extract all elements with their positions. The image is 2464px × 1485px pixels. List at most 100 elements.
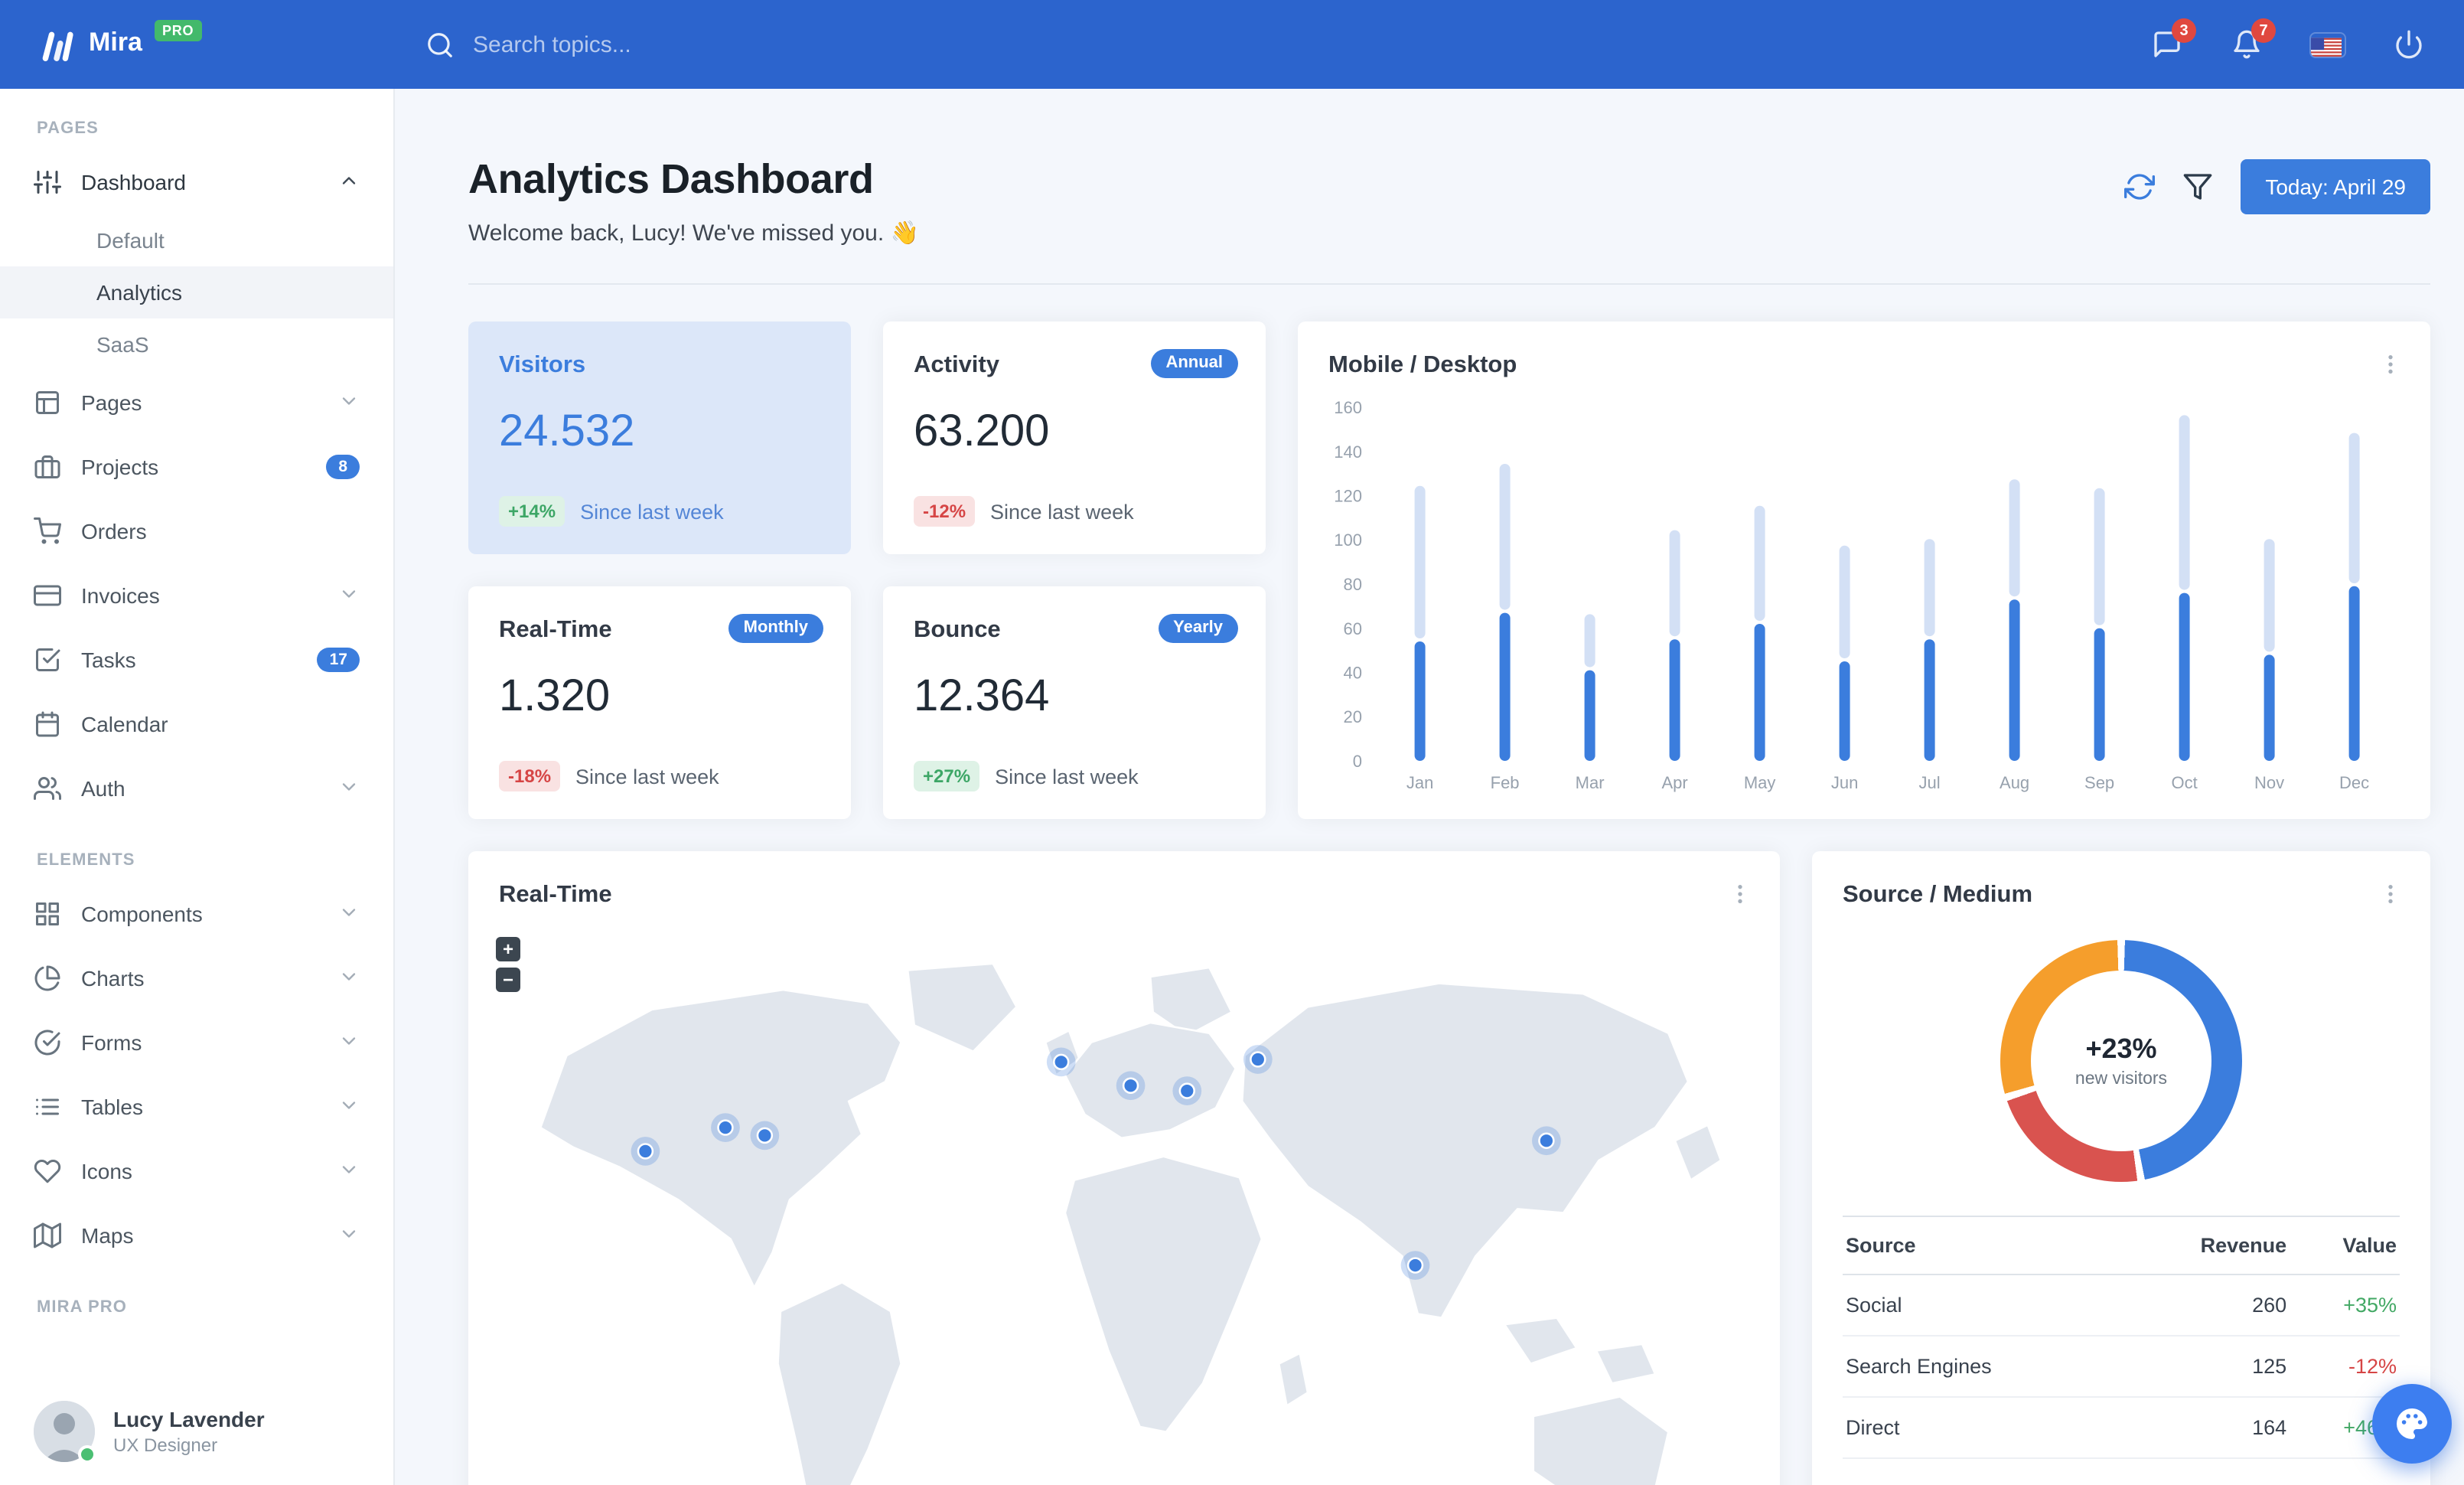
power-icon: [2396, 30, 2422, 59]
mobile-desktop-bar-chart: 0 20 40 60 80 100 120 140 160 Jan Feb Mar Apr May Jun J…: [1322, 395, 2406, 801]
delta-chip: -12%: [914, 496, 976, 527]
logout-button[interactable]: [2394, 29, 2424, 60]
list-icon: [36, 1098, 59, 1115]
sidebar-subitem-analytics[interactable]: Analytics: [0, 266, 393, 318]
svg-text:Feb: Feb: [1491, 773, 1520, 792]
stat-card-realtime: Real-Time Monthly 1.320 -18% Since last …: [468, 586, 851, 819]
sidebar-section-elements: ELEMENTS: [37, 851, 135, 870]
world-map-container[interactable]: + −: [468, 931, 1780, 1485]
more-vertical-icon: [1738, 885, 1742, 903]
refresh-button[interactable]: [2124, 171, 2156, 202]
sidebar-subitem-saas[interactable]: SaaS: [0, 318, 393, 370]
chevron-down-icon: [338, 965, 360, 991]
search-icon: [428, 32, 452, 57]
sidebar-item-orders[interactable]: Orders: [0, 499, 393, 563]
cell-source: Social: [1843, 1274, 2121, 1336]
more-vertical-icon: [2388, 355, 2393, 374]
table-row[interactable]: Search Engines 125 -12%: [1843, 1336, 2400, 1398]
source-medium-donut-chart: +23% new visitors: [2000, 940, 2242, 1182]
chevron-down-icon: [338, 1094, 360, 1120]
sidebar-item-pages[interactable]: Pages: [0, 370, 393, 435]
delta-chip: +27%: [914, 761, 980, 791]
language-selector[interactable]: [2311, 33, 2345, 56]
sidebar-item-icons[interactable]: Icons: [0, 1139, 393, 1203]
notifications-button[interactable]: 7: [2231, 18, 2276, 60]
stat-card-visitors: Visitors 24.532 +14% Since last week: [468, 321, 851, 554]
period-badge[interactable]: Yearly: [1158, 614, 1238, 643]
chevron-down-icon: [338, 775, 360, 801]
sidebar-item-label: Auth: [81, 776, 125, 801]
sidebar-item-maps[interactable]: Maps: [0, 1203, 393, 1268]
search-input[interactable]: [473, 31, 810, 57]
chart-title: Mobile / Desktop: [1328, 352, 1517, 378]
sidebar-item-invoices[interactable]: Invoices: [0, 563, 393, 628]
notifications-count-badge: 7: [2251, 18, 2276, 43]
chevron-down-icon: [338, 1158, 360, 1184]
mira-logo-icon: [42, 31, 73, 61]
map-card-title: Real-Time: [499, 882, 612, 908]
pie-chart-icon: [34, 965, 60, 991]
chevron-up-icon: [338, 169, 360, 195]
sidebar-item-forms[interactable]: Forms: [0, 1010, 393, 1075]
column-header-revenue: Revenue: [2120, 1216, 2290, 1275]
stat-value: 12.364: [914, 672, 1050, 721]
theme-settings-fab[interactable]: [2372, 1384, 2452, 1464]
more-options-button[interactable]: [2372, 876, 2409, 920]
svg-text:Sep: Sep: [2084, 773, 2114, 792]
table-row[interactable]: Social 260 +35%: [1843, 1274, 2400, 1336]
us-flag-icon: [2311, 33, 2345, 56]
sidebar-item-tables[interactable]: Tables: [0, 1075, 393, 1139]
world-map[interactable]: [468, 931, 1780, 1485]
map-zoom-out-button[interactable]: −: [496, 968, 520, 992]
sidebar-item-calendar[interactable]: Calendar: [0, 692, 393, 756]
header-toolbar: Today: April 29: [2124, 159, 2430, 214]
source-medium-title: Source / Medium: [1843, 882, 2033, 908]
top-navbar: Mira PRO 3 7: [0, 0, 2464, 89]
sidebar-section-mira-pro: MIRA PRO: [37, 1298, 127, 1317]
svg-text:120: 120: [1334, 487, 1362, 506]
source-medium-card: Source / Medium +23% new visitors Source…: [1812, 851, 2430, 1485]
more-options-button[interactable]: [2372, 346, 2409, 390]
heart-icon: [34, 1160, 61, 1183]
sidebar-item-label: Invoices: [81, 583, 160, 608]
svg-text:Dec: Dec: [2339, 773, 2369, 792]
svg-text:Jul: Jul: [1919, 773, 1941, 792]
page-header: Analytics Dashboard Welcome back, Lucy! …: [468, 156, 2430, 246]
global-search[interactable]: [425, 30, 810, 59]
sidebar-item-components[interactable]: Components: [0, 882, 393, 946]
table-row[interactable]: Direct 164 +46%: [1843, 1397, 2400, 1459]
period-badge[interactable]: Annual: [1150, 349, 1238, 378]
sidebar-item-label: Forms: [81, 1030, 142, 1055]
sidebar-subitem-default[interactable]: Default: [0, 214, 393, 266]
tasks-count-badge: 17: [317, 647, 360, 673]
stat-caption: Since last week: [990, 500, 1134, 523]
sidebar-item-dashboard[interactable]: Dashboard: [0, 150, 393, 214]
brand[interactable]: Mira PRO: [0, 20, 395, 66]
stat-card-activity: Activity Annual 63.200 -12% Since last w…: [883, 321, 1266, 554]
sidebar-user[interactable]: Lucy Lavender UX Designer: [0, 1378, 393, 1485]
messages-button[interactable]: 3: [2152, 18, 2196, 60]
filter-button[interactable]: [2182, 171, 2213, 202]
projects-count-badge: 8: [326, 454, 360, 480]
sidebar-item-label: Projects: [81, 455, 159, 479]
table-header-row: Source Revenue Value: [1843, 1216, 2400, 1275]
stat-title: Visitors: [499, 352, 586, 378]
sidebar-item-charts[interactable]: Charts: [0, 946, 393, 1010]
sidebar-item-projects[interactable]: Projects 8: [0, 435, 393, 499]
check-square-icon: [36, 648, 60, 671]
sidebar-item-label: Charts: [81, 966, 145, 991]
period-badge[interactable]: Monthly: [728, 614, 823, 643]
chevron-down-icon: [338, 1222, 360, 1248]
svg-text:40: 40: [1344, 664, 1362, 683]
sidebar-item-tasks[interactable]: Tasks 17: [0, 628, 393, 692]
stat-value: 63.200: [914, 407, 1050, 456]
cell-value: -12%: [2290, 1336, 2400, 1398]
column-header-source: Source: [1843, 1216, 2121, 1275]
sidebar-item-auth[interactable]: Auth: [0, 756, 393, 821]
column-header-value: Value: [2290, 1216, 2400, 1275]
more-options-button[interactable]: [1722, 876, 1758, 920]
map-zoom-in-button[interactable]: +: [496, 937, 520, 961]
date-range-button[interactable]: Today: April 29: [2241, 159, 2430, 214]
svg-text:May: May: [1744, 773, 1776, 792]
stats-grid: Visitors 24.532 +14% Since last week Act…: [468, 321, 2430, 819]
